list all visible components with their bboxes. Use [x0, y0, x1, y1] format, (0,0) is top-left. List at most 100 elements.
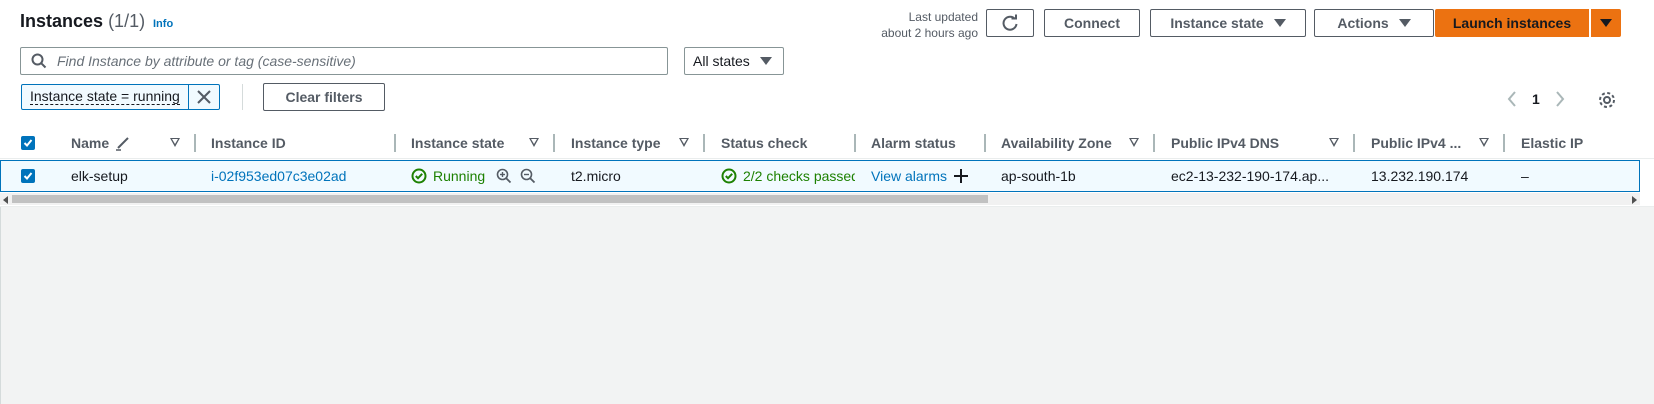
gear-icon — [1599, 92, 1615, 108]
sort-icon[interactable] — [1329, 138, 1339, 147]
column-label: Instance ID — [211, 135, 286, 151]
column-resizer[interactable] — [854, 134, 856, 152]
sort-icon[interactable] — [170, 138, 180, 147]
cell-public-ipv4: 13.232.190.174 — [1371, 168, 1469, 184]
preferences-button[interactable] — [1598, 91, 1616, 112]
row-checkbox[interactable] — [21, 169, 35, 183]
horizontal-scrollbar[interactable] — [0, 193, 1640, 205]
column-header-public-ipv4[interactable]: Public IPv4 ... — [1371, 127, 1461, 159]
launch-instances-button[interactable]: Launch instances — [1435, 9, 1589, 37]
status-success-icon — [721, 168, 737, 184]
page-title: Instances (1/1) — [20, 11, 145, 32]
zoom-out-button[interactable] — [520, 168, 536, 187]
instance-state-button[interactable]: Instance state — [1150, 9, 1306, 37]
cell-public-dns: ec2-13-232-190-174.ap... — [1171, 168, 1329, 184]
pagination: 1 — [1506, 91, 1566, 107]
column-resizer[interactable] — [984, 134, 986, 152]
column-resizer[interactable] — [1503, 134, 1505, 152]
cell-name: elk-setup — [71, 168, 128, 184]
column-label: Public IPv4 ... — [1371, 135, 1462, 151]
column-label: Instance type — [571, 135, 661, 151]
zoom-out-icon — [520, 168, 536, 184]
column-label: Instance state — [411, 135, 505, 151]
refresh-button[interactable] — [986, 9, 1034, 37]
column-header-name[interactable]: Name — [71, 127, 131, 159]
caret-down-icon — [759, 57, 772, 65]
connect-button[interactable]: Connect — [1044, 9, 1140, 37]
state-filter-select[interactable]: All states — [684, 47, 784, 75]
column-label: Public IPv4 DNS — [1171, 135, 1280, 151]
sort-icon[interactable] — [1129, 138, 1139, 147]
remove-filter-button[interactable] — [189, 85, 219, 109]
search-input[interactable] — [55, 52, 645, 70]
scroll-left-icon[interactable] — [3, 196, 8, 204]
title-text: Instances — [20, 11, 104, 31]
column-header-public-dns[interactable]: Public IPv4 DNS — [1171, 127, 1279, 159]
actions-button[interactable]: Actions — [1314, 9, 1434, 37]
search-bar — [20, 47, 668, 75]
info-link[interactable]: Info — [153, 18, 173, 30]
view-alarms-link[interactable]: View alarms — [871, 168, 947, 184]
last-updated: Last updated about 2 hours ago — [881, 9, 978, 41]
cell-alarm-status: View alarms — [871, 161, 969, 191]
status-success-icon — [411, 168, 427, 184]
scroll-right-icon[interactable] — [1632, 196, 1637, 204]
select-all-checkbox[interactable] — [21, 136, 35, 150]
zoom-in-icon — [496, 168, 512, 184]
chevron-left-icon[interactable] — [1506, 91, 1518, 107]
caret-down-icon — [1600, 19, 1612, 27]
instance-state-label: Instance state — [1170, 15, 1264, 31]
instance-state-text: Running — [433, 168, 486, 184]
column-label: Elastic IP — [1521, 135, 1584, 151]
column-resizer[interactable] — [1353, 134, 1355, 152]
filter-token: Instance state = running — [21, 84, 220, 110]
table-header: Name Instance ID Instance state Instance… — [0, 127, 1654, 159]
cell-instance-type: t2.micro — [571, 168, 621, 184]
column-label: Status check — [721, 135, 808, 151]
column-resizer[interactable] — [553, 134, 555, 152]
filter-token-text: Instance state = running — [30, 88, 180, 105]
scrollbar-thumb[interactable] — [12, 195, 988, 203]
edit-icon — [116, 137, 129, 151]
current-page[interactable]: 1 — [1532, 91, 1540, 107]
launch-instances-label: Launch instances — [1452, 15, 1572, 31]
column-resizer[interactable] — [394, 134, 396, 152]
last-updated-value: about 2 hours ago — [881, 26, 978, 40]
last-updated-label: Last updated — [908, 10, 978, 24]
column-resizer[interactable] — [1153, 134, 1155, 152]
add-alarm-icon[interactable] — [953, 168, 969, 184]
status-check-text: 2/2 checks passed — [743, 168, 855, 184]
table-row[interactable]: elk-setup i-02f953ed07c3e02ad Running t2… — [0, 160, 1640, 192]
refresh-icon — [1002, 14, 1018, 31]
column-header-status-check[interactable]: Status check — [721, 127, 807, 159]
launch-options-button[interactable] — [1591, 9, 1621, 37]
column-header-instance-id[interactable]: Instance ID — [211, 127, 286, 159]
sort-icon[interactable] — [1479, 138, 1489, 147]
column-label: Availability Zone — [1001, 135, 1112, 151]
cell-status-check: 2/2 checks passed — [721, 161, 855, 191]
clear-filters-label: Clear filters — [285, 89, 363, 105]
cell-instance-state: Running — [411, 161, 485, 191]
column-header-availability-zone[interactable]: Availability Zone — [1001, 127, 1112, 159]
column-header-instance-state[interactable]: Instance state — [411, 127, 504, 159]
instances-panel: Instances (1/1) Info Last updated about … — [0, 0, 1654, 207]
divider — [242, 84, 243, 110]
column-resizer[interactable] — [194, 134, 196, 152]
column-header-instance-type[interactable]: Instance type — [571, 127, 660, 159]
sort-icon[interactable] — [679, 138, 689, 147]
zoom-in-button[interactable] — [496, 168, 512, 187]
column-header-elastic-ip[interactable]: Elastic IP — [1521, 127, 1583, 159]
clear-filters-button[interactable]: Clear filters — [263, 83, 385, 111]
column-resizer[interactable] — [703, 134, 705, 152]
sort-icon[interactable] — [529, 138, 539, 147]
column-header-alarm-status[interactable]: Alarm status — [871, 127, 956, 159]
check-icon — [23, 172, 33, 180]
instance-id-link[interactable]: i-02f953ed07c3e02ad — [211, 161, 346, 191]
filter-token-label[interactable]: Instance state = running — [22, 85, 189, 109]
state-filter-value: All states — [693, 53, 750, 69]
check-icon — [23, 139, 33, 147]
column-label: Name — [71, 135, 110, 151]
cell-elastic-ip: – — [1521, 168, 1529, 184]
cell-availability-zone: ap-south-1b — [1001, 168, 1076, 184]
chevron-right-icon[interactable] — [1554, 91, 1566, 107]
